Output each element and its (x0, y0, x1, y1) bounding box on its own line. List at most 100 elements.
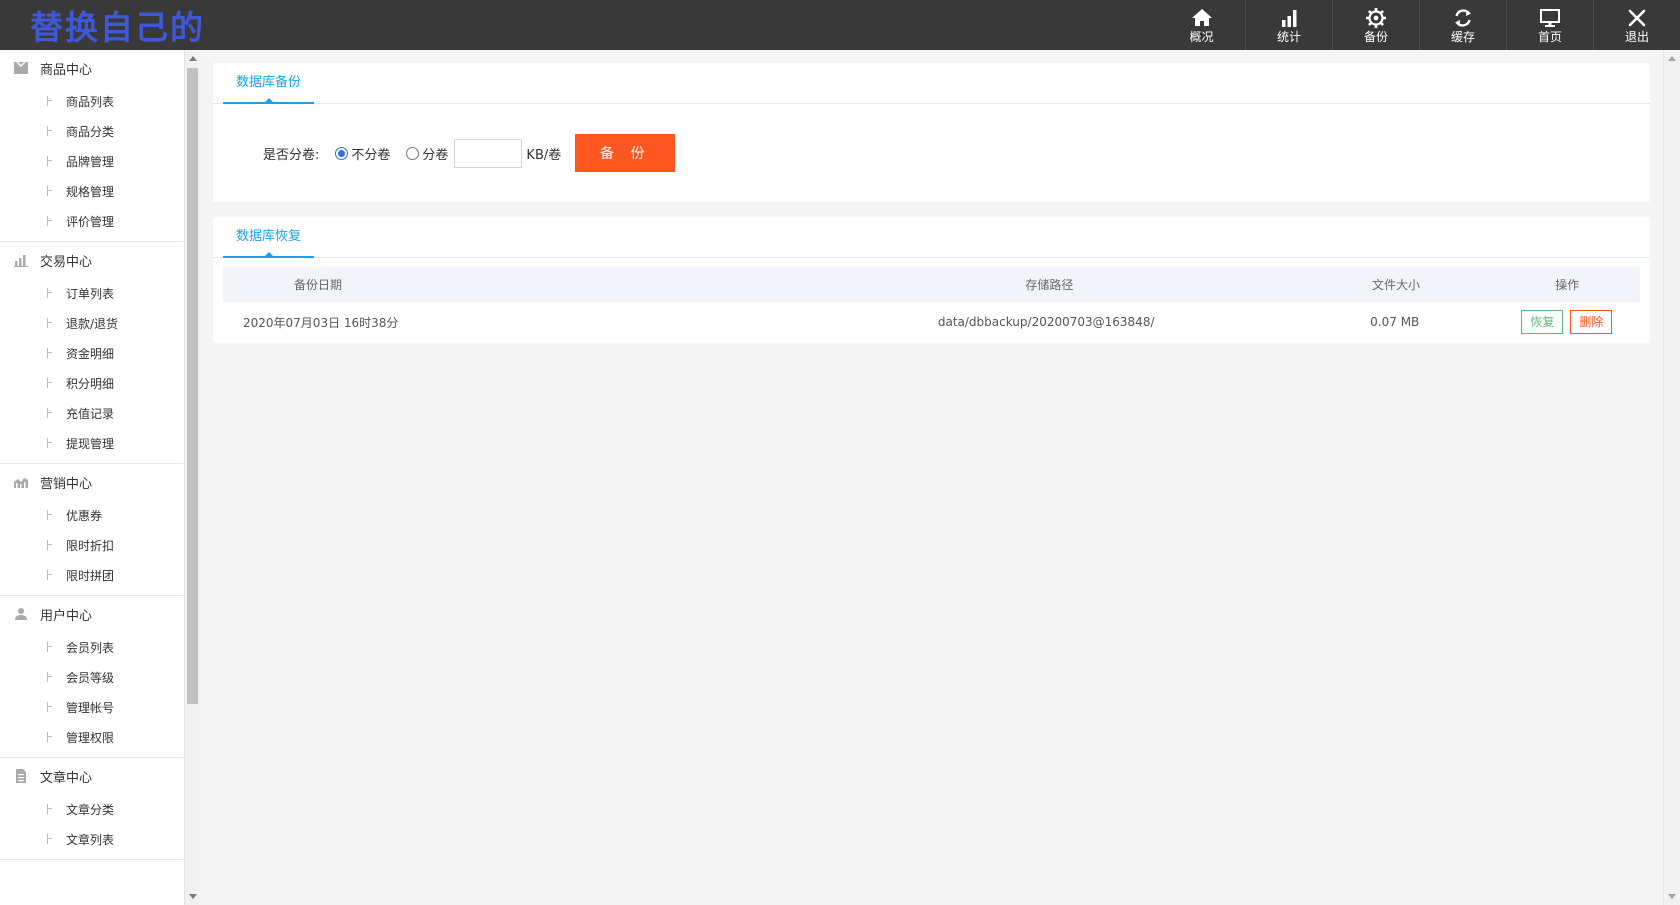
sidebar-item-group-buy[interactable]: 限时拼团 (0, 560, 183, 590)
sidebar-item-permissions[interactable]: 管理权限 (0, 722, 183, 752)
sidebar-item-withdraw[interactable]: 提现管理 (0, 428, 183, 458)
sidebar: 商品中心 商品列表 商品分类 品牌管理 规格管理 评价管理 交易中心 订单列表 … (0, 50, 184, 905)
sidebar-item-label: 管理帐号 (66, 700, 115, 715)
sidebar-item-review[interactable]: 评价管理 (0, 206, 183, 236)
sidebar-item-points[interactable]: 积分明细 (0, 368, 183, 398)
topnav-home[interactable]: 首页 (1506, 0, 1593, 50)
radio-checked-icon[interactable] (335, 146, 349, 160)
tab-database-restore[interactable]: 数据库恢复 (223, 217, 315, 258)
area-chart-icon (13, 475, 29, 489)
sidebar-group-articles: 文章中心 文章分类 文章列表 (0, 758, 183, 860)
restore-button[interactable]: 恢复 (1521, 310, 1564, 334)
sidebar-item-label: 提现管理 (66, 436, 115, 451)
cell-actions: 恢复 删除 (1494, 310, 1640, 334)
refresh-icon (1455, 8, 1471, 27)
sidebar-group-label: 交易中心 (40, 254, 93, 270)
table-row: 2020年07月03日 16时38分 data/dbbackup/2020070… (223, 302, 1640, 342)
scroll-up-arrow[interactable] (1668, 56, 1676, 61)
sidebar-group-label: 文章中心 (40, 770, 93, 786)
sidebar-item-brand[interactable]: 品牌管理 (0, 146, 183, 176)
sidebar-item-orders[interactable]: 订单列表 (0, 278, 183, 308)
panel-header: 数据库恢复 (213, 217, 1650, 258)
sidebar-item-label: 规格管理 (66, 184, 115, 199)
sidebar-group-goods: 商品中心 商品列表 商品分类 品牌管理 规格管理 评价管理 (0, 50, 183, 242)
scrollbar-thumb[interactable] (187, 68, 198, 704)
topnav-logout[interactable]: 退出 (1593, 0, 1680, 50)
sidebar-item-discount[interactable]: 限时折扣 (0, 530, 183, 560)
sidebar-group-label: 营销中心 (40, 476, 93, 492)
backup-button[interactable]: 备 份 (575, 134, 676, 172)
sidebar-item-article-category[interactable]: 文章分类 (0, 794, 183, 824)
user-icon (13, 607, 29, 621)
radio-no-split[interactable]: 不分卷 (335, 144, 390, 163)
sidebar-item-funds[interactable]: 资金明细 (0, 338, 183, 368)
sidebar-group-marketing: 营销中心 优惠券 限时折扣 限时拼团 (0, 464, 183, 596)
backup-panel: 数据库备份 是否分卷: 不分卷 分卷 KB/卷 备 份 (213, 63, 1650, 202)
sidebar-item-label: 商品分类 (66, 124, 115, 139)
radio-split[interactable]: 分卷 (406, 144, 448, 163)
sidebar-scrollbar[interactable] (184, 50, 200, 905)
cell-date: 2020年07月03日 16时38分 (243, 315, 399, 330)
tab-database-backup[interactable]: 数据库备份 (223, 63, 315, 104)
radio-unchecked-icon[interactable] (406, 146, 420, 160)
sidebar-item-label: 优惠券 (66, 508, 103, 523)
topnav-stats[interactable]: 统计 (1245, 0, 1332, 50)
sidebar-group-title[interactable]: 营销中心 (0, 464, 183, 500)
backup-form: 是否分卷: 不分卷 分卷 KB/卷 备 份 (263, 134, 676, 172)
table-header: 备份日期 存储路径 文件大小 操作 (223, 267, 1640, 302)
sidebar-item-admin-accounts[interactable]: 管理帐号 (0, 692, 183, 722)
box-icon (13, 61, 29, 75)
topnav-label: 概况 (1189, 29, 1214, 44)
sidebar-group-title[interactable]: 文章中心 (0, 758, 183, 794)
sidebar-item-label: 退款/退货 (66, 316, 119, 331)
panel-header: 数据库备份 (213, 63, 1650, 104)
sidebar-group-title[interactable]: 用户中心 (0, 596, 183, 632)
sidebar-item-goods-category[interactable]: 商品分类 (0, 116, 183, 146)
topnav-cache[interactable]: 缓存 (1419, 0, 1506, 50)
sidebar-item-spec[interactable]: 规格管理 (0, 176, 183, 206)
monitor-icon (1540, 8, 1560, 27)
sidebar-item-label: 会员列表 (66, 640, 115, 655)
column-header-date: 备份日期 (294, 278, 343, 292)
sidebar-item-label: 订单列表 (66, 286, 115, 301)
home-icon (1191, 8, 1212, 26)
document-icon (13, 769, 29, 783)
sidebar-item-label: 限时折扣 (66, 538, 115, 553)
restore-panel: 数据库恢复 备份日期 存储路径 文件大小 操作 2020年07月03日 16时3… (213, 217, 1650, 343)
topnav-overview[interactable]: 概况 (1158, 0, 1245, 50)
topnav-label: 退出 (1624, 29, 1649, 44)
size-unit-label: KB/卷 (526, 147, 562, 163)
sidebar-group-title[interactable]: 商品中心 (0, 50, 183, 86)
topnav-label: 统计 (1276, 29, 1301, 44)
sidebar-item-label: 限时拼团 (66, 568, 115, 583)
sidebar-group-label: 商品中心 (40, 62, 93, 78)
column-header-actions: 操作 (1555, 278, 1580, 292)
top-bar: 替换自己的 概况 统计 备份 缓存 首页 退出 (0, 0, 1680, 50)
topnav-label: 首页 (1537, 29, 1562, 44)
column-header-size: 文件大小 (1372, 278, 1421, 292)
page-scrollbar[interactable] (1663, 50, 1680, 905)
sidebar-item-article-list[interactable]: 文章列表 (0, 824, 183, 854)
topnav-label: 缓存 (1450, 29, 1475, 44)
sidebar-item-members[interactable]: 会员列表 (0, 632, 183, 662)
topnav-backup[interactable]: 备份 (1332, 0, 1419, 50)
sidebar-item-label: 积分明细 (66, 376, 115, 391)
scroll-down-arrow[interactable] (1668, 894, 1676, 899)
sidebar-item-coupons[interactable]: 优惠券 (0, 500, 183, 530)
sidebar-group-title[interactable]: 交易中心 (0, 242, 183, 278)
sidebar-item-label: 会员等级 (66, 670, 115, 685)
sidebar-item-goods-list[interactable]: 商品列表 (0, 86, 183, 116)
gear-icon (1366, 7, 1386, 28)
delete-button[interactable]: 删除 (1570, 310, 1613, 334)
topnav-label: 备份 (1363, 29, 1388, 44)
sidebar-item-refunds[interactable]: 退款/退货 (0, 308, 183, 338)
scroll-up-arrow[interactable] (189, 56, 197, 61)
volume-size-input[interactable] (454, 138, 523, 168)
sidebar-item-label: 商品列表 (66, 94, 115, 109)
column-header-path: 存储路径 (1025, 278, 1074, 292)
sidebar-item-recharge[interactable]: 充值记录 (0, 398, 183, 428)
scroll-down-arrow[interactable] (189, 894, 197, 899)
logo: 替换自己的 (30, 8, 205, 47)
sidebar-item-label: 文章列表 (66, 832, 115, 847)
sidebar-item-member-levels[interactable]: 会员等级 (0, 662, 183, 692)
